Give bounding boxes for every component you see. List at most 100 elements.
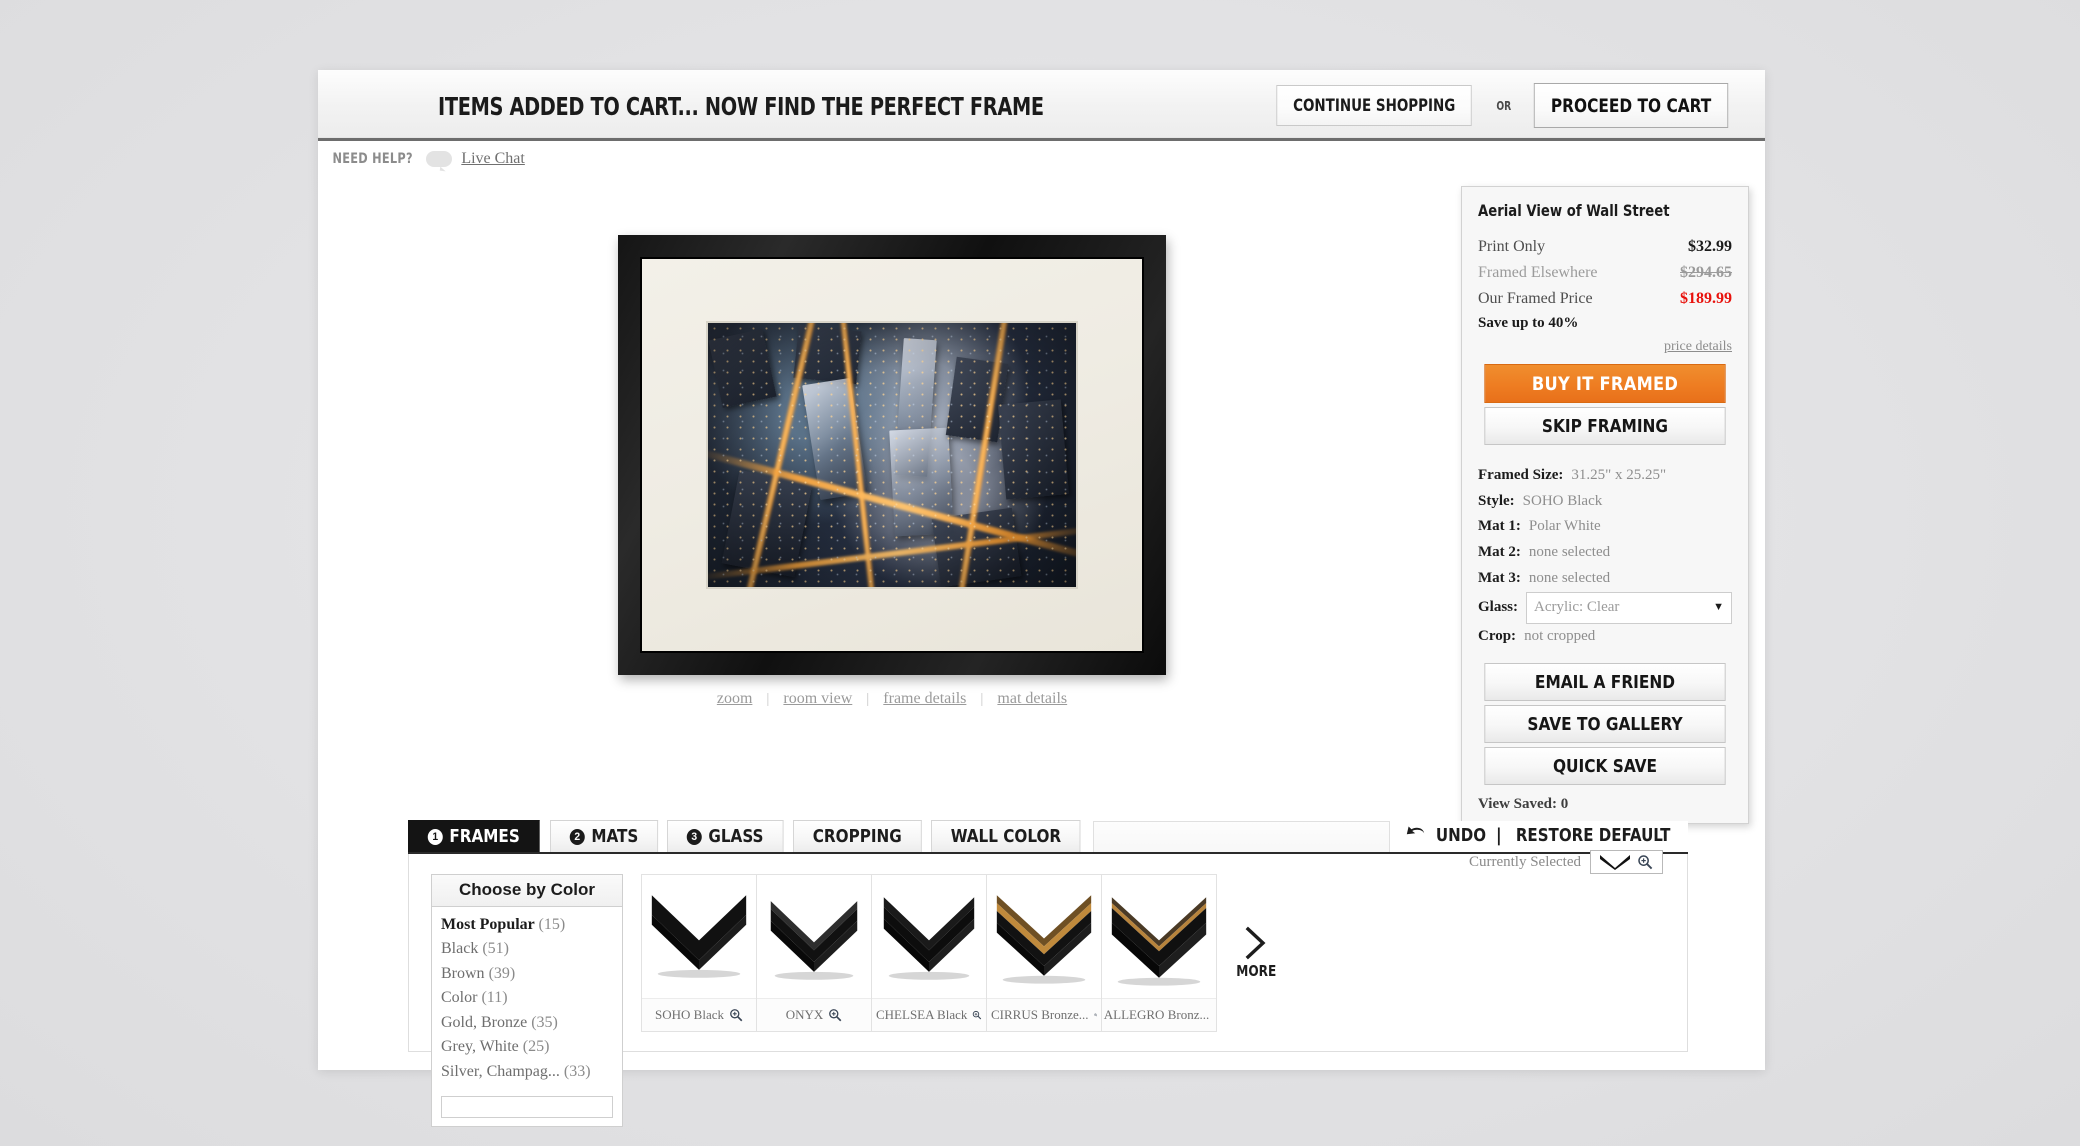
currently-selected-box[interactable] — [1590, 850, 1663, 874]
spec-value: none selected — [1528, 569, 1611, 586]
tab-mats[interactable]: 2 MATS — [549, 820, 658, 852]
tab-filler — [1092, 821, 1390, 852]
price-label: Our Framed Price — [1478, 289, 1593, 307]
tab-cropping[interactable]: CROPPING — [792, 820, 922, 852]
price-label: Print Only — [1478, 238, 1546, 255]
currently-selected-label: Currently Selected — [1468, 853, 1581, 870]
color-count: (39) — [488, 964, 516, 982]
link-separator: | — [866, 690, 870, 707]
buy-it-framed-button[interactable]: BUY IT FRAMED — [1484, 363, 1726, 403]
spec-value: SOHO Black — [1522, 492, 1603, 509]
spec-row-style: Style: SOHO Black — [1478, 489, 1732, 515]
email-a-friend-button[interactable]: EMAIL A FRIEND — [1484, 663, 1726, 702]
undo-toolbar: UNDO | RESTORE DEFAULT — [1389, 821, 1688, 852]
color-filter-color[interactable]: Color (11) — [441, 986, 613, 1010]
frame-inner-bevel — [640, 257, 1144, 653]
color-box-footer-field[interactable] — [441, 1096, 613, 1119]
spec-key: Framed Size: — [1478, 466, 1564, 483]
room-view-link[interactable]: room view — [783, 690, 852, 708]
frames-panel: Choose by Color Most Popular (15) Black … — [408, 850, 1688, 1128]
spec-key: Glass: — [1478, 598, 1519, 615]
magnify-icon[interactable] — [1093, 1008, 1098, 1022]
spec-key: Mat 1: — [1478, 518, 1521, 535]
tab-number: 2 — [569, 828, 585, 845]
skip-framing-button[interactable]: SKIP FRAMING — [1484, 406, 1726, 445]
tab-frames[interactable]: 1 FRAMES — [408, 820, 540, 852]
frame-swatch-allegro-bronze[interactable]: ALLEGRO Bronz... — [1101, 874, 1217, 1032]
tab-wall-color[interactable]: WALL COLOR — [931, 820, 1082, 852]
glass-select[interactable]: Acrylic: Clear ▼ — [1526, 591, 1732, 624]
color-filter-brown[interactable]: Brown (39) — [441, 962, 613, 986]
color-filter-most-popular[interactable]: Most Popular (15) — [441, 913, 613, 937]
preview-stage: zoom | room view | frame details | mat d… — [318, 190, 1278, 770]
need-help-label: NEED HELP? — [332, 151, 413, 167]
magnify-icon[interactable] — [828, 1008, 842, 1022]
artwork-title: Aerial View of Wall Street — [1478, 201, 1670, 220]
panel-action-buttons: EMAIL A FRIEND SAVE TO GALLERY QUICK SAV… — [1478, 663, 1732, 786]
magnify-icon[interactable] — [729, 1008, 743, 1022]
color-filter-list: Most Popular (15) Black (51) Brown (39) … — [432, 907, 622, 1092]
price-details-link[interactable]: price details — [1478, 339, 1732, 355]
tab-number: 3 — [686, 828, 702, 845]
frame-swatch-onyx[interactable]: ONYX — [756, 874, 872, 1032]
preview-links: zoom | room view | frame details | mat d… — [618, 690, 1166, 708]
frame-swatch-cirrus-bronze[interactable]: CIRRUS Bronze... — [986, 874, 1102, 1032]
color-filter-grey-white[interactable]: Grey, White (25) — [441, 1035, 613, 1059]
view-saved-label[interactable]: View Saved: 0 — [1478, 796, 1732, 813]
color-filter-gold-bronze[interactable]: Gold, Bronze (35) — [441, 1011, 613, 1035]
choose-by-color-box: Choose by Color Most Popular (15) Black … — [431, 874, 623, 1128]
framed-artwork-preview[interactable] — [618, 235, 1166, 675]
frame-details-link[interactable]: frame details — [883, 690, 966, 708]
color-count: (35) — [531, 1013, 558, 1031]
frame-swatch-chelsea-black[interactable]: CHELSEA Black — [871, 874, 987, 1032]
price-label: Framed Elsewhere — [1478, 263, 1598, 281]
spec-list: Framed Size: 31.25" x 25.25" Style: SOHO… — [1478, 463, 1732, 650]
frame-swatch-soho-black[interactable]: SOHO Black — [641, 874, 757, 1032]
frame-corner-image — [642, 875, 756, 998]
price-row-print-only: Print Only $32.99 — [1478, 234, 1732, 260]
price-row-framed-elsewhere: Framed Elsewhere $294.65 — [1478, 260, 1732, 286]
color-count: (15) — [538, 916, 566, 933]
spec-row-mat-3: Mat 3: none selected — [1478, 566, 1732, 592]
save-to-gallery-button[interactable]: SAVE TO GALLERY — [1484, 705, 1726, 744]
artwork-image — [708, 323, 1076, 587]
app-card: ITEMS ADDED TO CART... NOW FIND THE PERF… — [318, 70, 1765, 1128]
color-filter-silver-champagne[interactable]: Silver, Champag... (33) — [441, 1060, 613, 1084]
chevron-down-icon: ▼ — [1713, 601, 1724, 614]
color-name: Black — [441, 940, 479, 958]
quick-save-button[interactable]: QUICK SAVE — [1484, 747, 1726, 786]
spec-key: Mat 3: — [1478, 569, 1521, 586]
header-divider — [318, 138, 1765, 141]
chat-bubble-icon — [426, 151, 453, 167]
spec-key: Mat 2: — [1478, 544, 1521, 561]
price-amount: $294.65 — [1680, 263, 1732, 281]
proceed-to-cart-button[interactable]: PROCEED TO CART — [1533, 83, 1729, 128]
frame-corner-icon — [1600, 855, 1630, 870]
frame-swatch-caption: CIRRUS Bronze... — [987, 998, 1101, 1031]
more-frames-button[interactable]: MORE — [1222, 874, 1290, 1032]
frame-name: CIRRUS Bronze... — [991, 1007, 1089, 1022]
frame-swatch-caption: ALLEGRO Bronz... — [1102, 998, 1216, 1031]
magnify-icon[interactable] — [972, 1008, 982, 1022]
live-chat-link[interactable]: Live Chat — [461, 150, 525, 168]
spec-row-mat-1: Mat 1: Polar White — [1478, 514, 1732, 540]
frame-swatch-list: SOHO Black ONYX CHELSEA Black CIRRUS Bro… — [641, 874, 1671, 1032]
magnify-icon — [1638, 855, 1653, 870]
tab-glass[interactable]: 3 GLASS — [666, 820, 784, 852]
color-filter-black[interactable]: Black (51) — [441, 937, 613, 961]
frame-corner-image — [757, 875, 871, 998]
zoom-link[interactable]: zoom — [717, 690, 753, 708]
frame-name: ALLEGRO Bronz... — [1103, 1007, 1210, 1022]
restore-default-button[interactable]: RESTORE DEFAULT — [1516, 825, 1671, 846]
continue-shopping-button[interactable]: CONTINUE SHOPPING — [1276, 85, 1472, 126]
undo-button[interactable]: UNDO — [1436, 825, 1486, 846]
mat-details-link[interactable]: mat details — [997, 690, 1067, 708]
color-name: Brown — [441, 964, 485, 982]
need-help-row: NEED HELP? Live Chat — [328, 150, 525, 168]
color-name: Color — [441, 989, 478, 1007]
spec-value: Polar White — [1528, 518, 1601, 535]
currently-selected-widget: Currently Selected — [1469, 850, 1663, 874]
color-count: (51) — [482, 940, 509, 958]
frame-corner-image — [987, 875, 1101, 998]
choose-by-color-title: Choose by Color — [432, 875, 622, 907]
